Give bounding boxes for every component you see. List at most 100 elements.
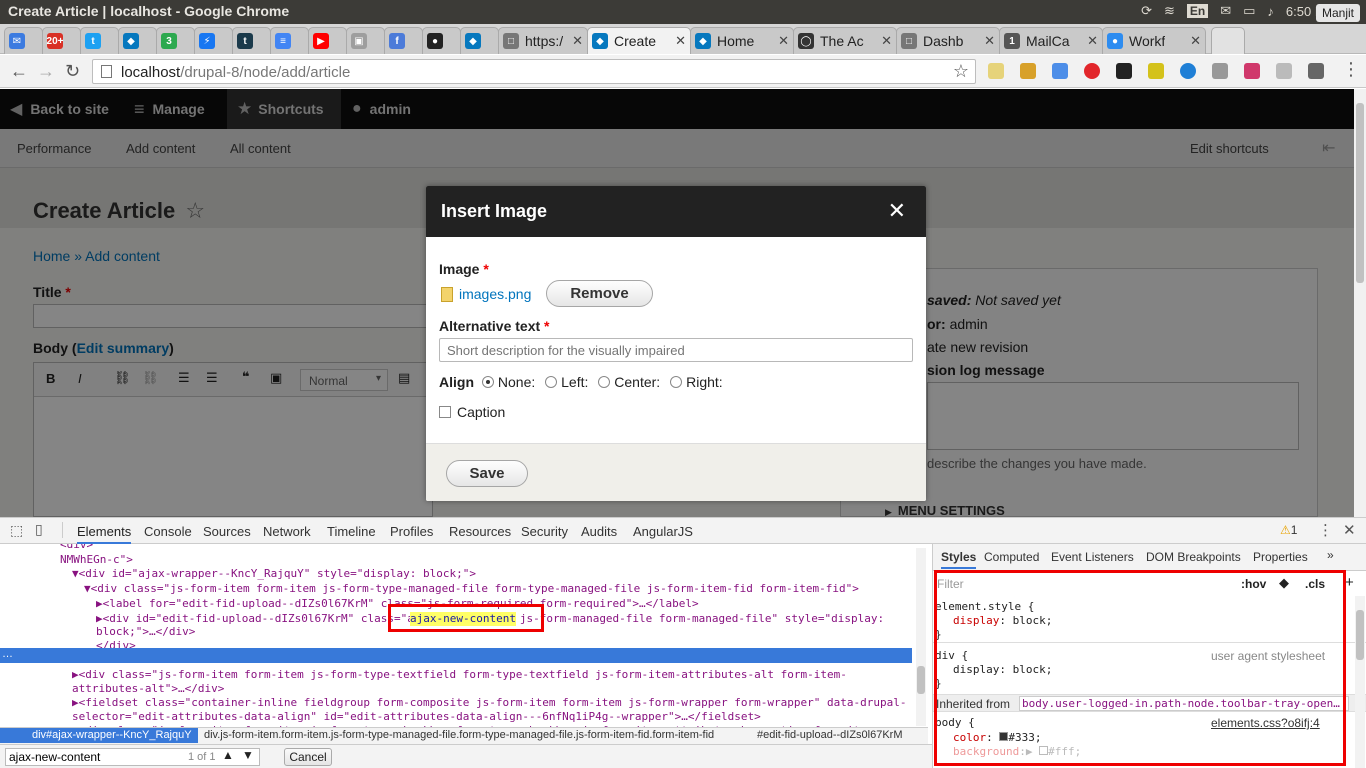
tab-close-icon[interactable]: ✕ (877, 33, 892, 49)
tab-close-icon[interactable]: ✕ (671, 33, 686, 49)
tab-computed[interactable]: Computed (984, 550, 1039, 564)
tab-dom-breakpoints[interactable]: DOM Breakpoints (1146, 550, 1241, 564)
tab-properties[interactable]: Properties (1253, 550, 1308, 564)
browser-tab-8[interactable]: ▶ (308, 27, 347, 54)
caption-checkbox[interactable] (439, 406, 451, 418)
breadcrumb-crumb-0[interactable]: div#ajax-wrapper--KncY_RajquY (0, 728, 198, 743)
address-bar[interactable]: localhost/drupal-8/node/add/article ☆ (92, 59, 976, 84)
selected-dom-row[interactable]: … (0, 648, 912, 663)
align-left[interactable]: Left: (545, 374, 588, 390)
close-icon[interactable]: ✕ (888, 198, 906, 224)
bookmark-star-icon[interactable]: ☆ (953, 61, 969, 82)
align-right-radio[interactable] (670, 376, 683, 388)
styles-scrollbar-thumb[interactable] (1356, 610, 1364, 660)
tab-close-icon[interactable]: ✕ (980, 33, 995, 49)
devtools-tab-profiles[interactable]: Profiles (390, 524, 433, 539)
devtools-menu-icon[interactable]: ⋮ (1318, 521, 1333, 539)
alt-text-input[interactable] (439, 338, 913, 362)
browser-tab-2[interactable]: t (80, 27, 119, 54)
browser-tab-9[interactable]: ▣ (346, 27, 385, 54)
browser-tab-15[interactable]: ◆ Home ✕ (690, 27, 794, 54)
save-button[interactable]: Save (446, 460, 528, 487)
devtools-tab-network[interactable]: Network (263, 524, 311, 539)
browser-tab-11[interactable]: ● (422, 27, 461, 54)
browser-tab-10[interactable]: f (384, 27, 423, 54)
page-scrollbar[interactable] (1354, 89, 1366, 517)
extension-camera-icon[interactable] (1244, 63, 1260, 79)
dom-node-line[interactable]: selector="edit-attributes-data-align" id… (72, 710, 761, 724)
extension-reply-icon[interactable] (1212, 63, 1228, 79)
extension-calendar-icon[interactable] (1052, 63, 1068, 79)
update-icon[interactable]: ⟳ (1141, 3, 1152, 19)
align-none[interactable]: None: (481, 374, 535, 390)
new-tab-button[interactable] (1211, 27, 1245, 54)
profile-button[interactable]: Manjit (1315, 4, 1360, 22)
tab-event-listeners[interactable]: Event Listeners (1051, 550, 1134, 564)
devtools-tab-console[interactable]: Console (144, 524, 192, 539)
file-link[interactable]: images.png (459, 286, 531, 302)
chevron-right-icon[interactable]: » (1327, 548, 1334, 562)
dom-scrollbar[interactable] (916, 548, 926, 726)
keyboard-language[interactable]: En (1186, 4, 1209, 18)
browser-tab-17[interactable]: □ Dashb ✕ (896, 27, 1000, 54)
ellipsis-icon[interactable]: … (2, 648, 13, 660)
device-mode-icon[interactable]: ▯ (35, 521, 43, 538)
extension-opera-icon[interactable] (1084, 63, 1100, 79)
browser-tab-14[interactable]: ◆ Create ✕ (587, 27, 691, 54)
new-rule-icon[interactable]: + (1345, 574, 1354, 591)
devtools-tab-elements[interactable]: Elements (77, 524, 132, 544)
browser-tab-1[interactable]: 20+ (42, 27, 81, 54)
warning-count[interactable]: ⚠1 (1280, 523, 1297, 537)
tab-close-icon[interactable]: ✕ (1083, 33, 1098, 49)
wifi-icon[interactable]: ≋ (1164, 3, 1175, 19)
browser-tab-18[interactable]: 1 MailCa ✕ (999, 27, 1103, 54)
dom-node-line[interactable]: attributes-alt">…</div> (72, 682, 224, 696)
browser-tab-12[interactable]: ◆ (460, 27, 499, 54)
extension-a-icon[interactable] (1276, 63, 1292, 79)
browser-tab-16[interactable]: ◯ The Ac ✕ (793, 27, 897, 54)
align-none-radio[interactable] (481, 376, 494, 388)
devtools-tab-angularjs[interactable]: AngularJS (633, 524, 693, 539)
volume-icon[interactable]: ♪ (1267, 4, 1274, 19)
dom-node-line[interactable]: ▶<div class="js-form-item form-item js-f… (72, 668, 847, 682)
forward-arrow-icon[interactable]: → (37, 61, 55, 82)
search-cancel-button[interactable]: Cancel (284, 748, 332, 766)
align-center-radio[interactable] (598, 376, 611, 388)
breadcrumb-crumb-2[interactable]: #edit-fid-upload--dIZs0l67KrM (757, 729, 903, 741)
dom-node-line[interactable]: ▼<div class="js-form-item form-item js-f… (84, 582, 859, 596)
devtools-close-icon[interactable]: ✕ (1343, 521, 1356, 539)
tab-close-icon[interactable]: ✕ (774, 33, 789, 49)
extension-n-icon[interactable] (1148, 63, 1164, 79)
dom-node-line[interactable]: NMWhEGn-c"> (60, 553, 133, 567)
devtools-tab-resources[interactable]: Resources (449, 524, 511, 539)
browser-tab-0[interactable]: ✉ (4, 27, 43, 54)
align-left-radio[interactable] (545, 376, 558, 388)
browser-tab-7[interactable]: ≡ (270, 27, 309, 54)
tab-close-icon[interactable]: ✕ (568, 33, 583, 49)
browser-tab-19[interactable]: ● Workf ✕ (1102, 27, 1206, 54)
align-right[interactable]: Right: (670, 374, 723, 390)
search-next-icon[interactable]: ▼ (242, 748, 254, 762)
caption-checkbox-row[interactable]: Caption (439, 404, 505, 420)
remove-button[interactable]: Remove (546, 280, 653, 307)
devtools-tab-security[interactable]: Security (521, 524, 568, 539)
tab-close-icon[interactable]: ✕ (1186, 33, 1201, 49)
browser-tab-5[interactable]: ⚡ (194, 27, 233, 54)
dom-scrollbar-thumb[interactable] (917, 666, 925, 694)
extension-notes-icon[interactable] (988, 63, 1004, 79)
mail-icon[interactable]: ✉ (1220, 3, 1231, 19)
battery-icon[interactable]: ▭ (1243, 3, 1255, 19)
devtools-tab-audits[interactable]: Audits (581, 524, 617, 539)
url-text[interactable]: localhost/drupal-8/node/add/article (121, 64, 350, 81)
extension-dark-icon[interactable] (1116, 63, 1132, 79)
browser-tab-3[interactable]: ◆ (118, 27, 157, 54)
inspect-icon[interactable]: ⬚ (10, 522, 23, 539)
back-arrow-icon[interactable]: ← (10, 61, 28, 82)
devtools-tab-sources[interactable]: Sources (203, 524, 251, 539)
search-prev-icon[interactable]: ▲ (222, 748, 234, 762)
browser-tab-13[interactable]: □ https:/✕ (498, 27, 588, 54)
page-scrollbar-thumb[interactable] (1356, 103, 1364, 283)
tab-styles[interactable]: Styles (941, 550, 977, 569)
devtools-tab-timeline[interactable]: Timeline (327, 524, 376, 539)
browser-tab-4[interactable]: 3 (156, 27, 195, 54)
